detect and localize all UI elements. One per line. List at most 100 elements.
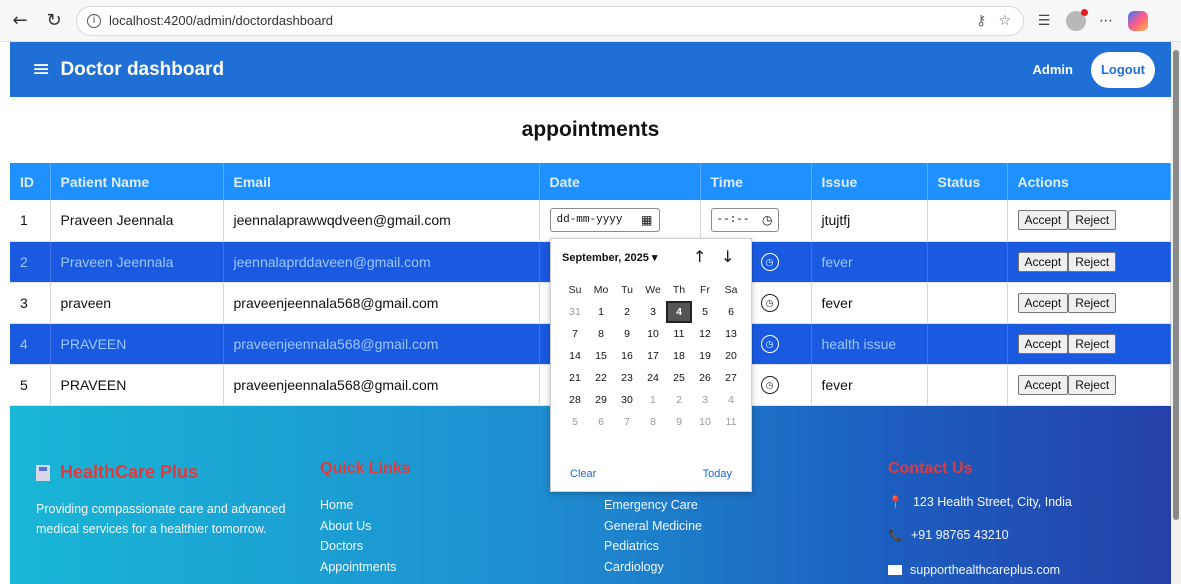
cell-patient-name: PRAVEEN	[50, 323, 224, 365]
clock-icon[interactable]: ◷	[760, 376, 779, 395]
accept-button[interactable]: Accept	[1017, 333, 1069, 354]
calendar-day[interactable]: 17	[640, 345, 666, 367]
logout-button[interactable]: Logout	[1091, 51, 1155, 88]
calendar-day[interactable]: 30	[614, 389, 640, 411]
calendar-day[interactable]: 25	[666, 367, 692, 389]
reject-button[interactable]: Reject	[1068, 251, 1117, 272]
profile-avatar-icon[interactable]	[1066, 8, 1088, 31]
calendar-day[interactable]: 4	[666, 301, 692, 323]
footer-link-about[interactable]: About Us	[320, 516, 396, 537]
calendar-day[interactable]: 9	[614, 323, 640, 345]
footer-brand: HealthCare Plus	[36, 462, 198, 483]
time-input[interactable]: --:-- ◷	[710, 208, 779, 233]
calendar-day-outside[interactable]: 10	[692, 411, 718, 433]
calendar-day-outside[interactable]: 9	[666, 411, 692, 433]
cell-id: 3	[10, 282, 51, 324]
today-button[interactable]: Today	[703, 468, 732, 480]
site-info-icon[interactable]: i	[87, 13, 101, 28]
accept-button[interactable]: Accept	[1017, 292, 1069, 313]
calendar-day[interactable]: 11	[666, 323, 692, 345]
quick-links-heading: Quick Links	[320, 460, 411, 477]
reject-button[interactable]: Reject	[1068, 210, 1117, 231]
calendar-day[interactable]: 2	[614, 301, 640, 323]
address-bar[interactable]: i localhost:4200/admin/doctordashboard ⚷…	[76, 5, 1024, 36]
calendar-day[interactable]: 6	[718, 301, 744, 323]
favorite-star-icon[interactable]: ☆	[998, 13, 1011, 29]
cell-issue: health issue	[811, 323, 928, 365]
calendar-day[interactable]: 3	[640, 301, 666, 323]
services-list: Emergency Care General Medicine Pediatri…	[604, 495, 702, 577]
footer-link-appointments[interactable]: Appointments	[320, 557, 396, 578]
calendar-day[interactable]: 1	[588, 301, 614, 323]
footer-link-doctors[interactable]: Doctors	[320, 536, 396, 557]
calendar-day[interactable]: 13	[718, 323, 744, 345]
calendar-day[interactable]: 19	[692, 345, 718, 367]
cell-time: --:-- ◷	[700, 200, 812, 242]
calendar-day[interactable]: 15	[588, 345, 614, 367]
calendar-day[interactable]: 27	[718, 367, 744, 389]
calendar-day[interactable]: 26	[692, 367, 718, 389]
cell-issue: fever	[811, 241, 928, 283]
calendar-day[interactable]: 23	[614, 367, 640, 389]
calendar-day-outside[interactable]: 31	[562, 301, 588, 323]
calendar-day[interactable]: 14	[562, 345, 588, 367]
service-cardiology[interactable]: Cardiology	[604, 557, 702, 578]
calendar-day-outside[interactable]: 8	[640, 411, 666, 433]
date-input[interactable]: dd-mm-yyyy ▦	[549, 208, 660, 233]
accept-button[interactable]: Accept	[1017, 251, 1069, 272]
service-pediatrics[interactable]: Pediatrics	[604, 536, 702, 557]
footer-link-home[interactable]: Home	[320, 495, 396, 516]
previous-month-arrow-icon[interactable]: ↑	[693, 247, 706, 266]
calendar-day[interactable]: 22	[588, 367, 614, 389]
calendar-day[interactable]: 16	[614, 345, 640, 367]
page-scrollbar[interactable]	[1171, 42, 1181, 584]
back-icon[interactable]: ←	[6, 7, 34, 35]
calendar-day[interactable]: 18	[666, 345, 692, 367]
calendar-day-outside[interactable]: 1	[640, 389, 666, 411]
calendar-day-outside[interactable]: 7	[614, 411, 640, 433]
calendar-day[interactable]: 8	[588, 323, 614, 345]
refresh-icon[interactable]: ↻	[40, 7, 68, 35]
calendar-day[interactable]: 29	[588, 389, 614, 411]
calendar-day-outside[interactable]: 2	[666, 389, 692, 411]
reject-button[interactable]: Reject	[1068, 374, 1117, 395]
calendar-day-outside[interactable]: 4	[718, 389, 744, 411]
calendar-day[interactable]: 20	[718, 345, 744, 367]
favorites-list-icon[interactable]: ☰	[1032, 9, 1056, 33]
column-header-issue: Issue	[811, 163, 928, 200]
password-key-icon[interactable]: ⚷	[976, 13, 986, 29]
accept-button[interactable]: Accept	[1017, 210, 1069, 231]
calendar-day[interactable]: 21	[562, 367, 588, 389]
calendar-icon[interactable]: ▦	[641, 213, 652, 227]
service-general-medicine[interactable]: General Medicine	[604, 516, 702, 537]
calendar-day-outside[interactable]: 6	[588, 411, 614, 433]
reject-button[interactable]: Reject	[1068, 333, 1117, 354]
more-menu-icon[interactable]: ⋯	[1094, 9, 1118, 33]
footer-tagline: Providing compassionate care and advance…	[36, 502, 286, 536]
scrollbar-thumb[interactable]	[1173, 50, 1179, 520]
address-text: 123 Health Street, City, India	[912, 495, 1072, 509]
clock-icon[interactable]: ◷	[762, 213, 772, 227]
calendar-day[interactable]: 7	[562, 323, 588, 345]
time-placeholder: --:--	[716, 214, 750, 227]
accept-button[interactable]: Accept	[1017, 374, 1069, 395]
contact-email: supporthealthcareplus.com	[888, 563, 1060, 577]
month-selector[interactable]: September, 2025 ▾	[562, 251, 657, 264]
hamburger-menu-icon[interactable]: ≡	[32, 57, 50, 82]
clear-button[interactable]: Clear	[570, 468, 596, 480]
reject-button[interactable]: Reject	[1068, 292, 1117, 313]
clock-icon[interactable]: ◷	[760, 253, 779, 272]
clock-icon[interactable]: ◷	[760, 294, 779, 313]
calendar-day-outside[interactable]: 5	[562, 411, 588, 433]
calendar-day[interactable]: 24	[640, 367, 666, 389]
calendar-day-outside[interactable]: 3	[692, 389, 718, 411]
clock-icon[interactable]: ◷	[760, 335, 779, 354]
calendar-day-outside[interactable]: 11	[718, 411, 744, 433]
calendar-day[interactable]: 5	[692, 301, 718, 323]
calendar-day[interactable]: 10	[640, 323, 666, 345]
copilot-icon[interactable]	[1128, 10, 1148, 31]
calendar-day[interactable]: 12	[692, 323, 718, 345]
calendar-day[interactable]: 28	[562, 389, 588, 411]
next-month-arrow-icon[interactable]: ↓	[721, 247, 734, 266]
service-emergency[interactable]: Emergency Care	[604, 495, 702, 516]
